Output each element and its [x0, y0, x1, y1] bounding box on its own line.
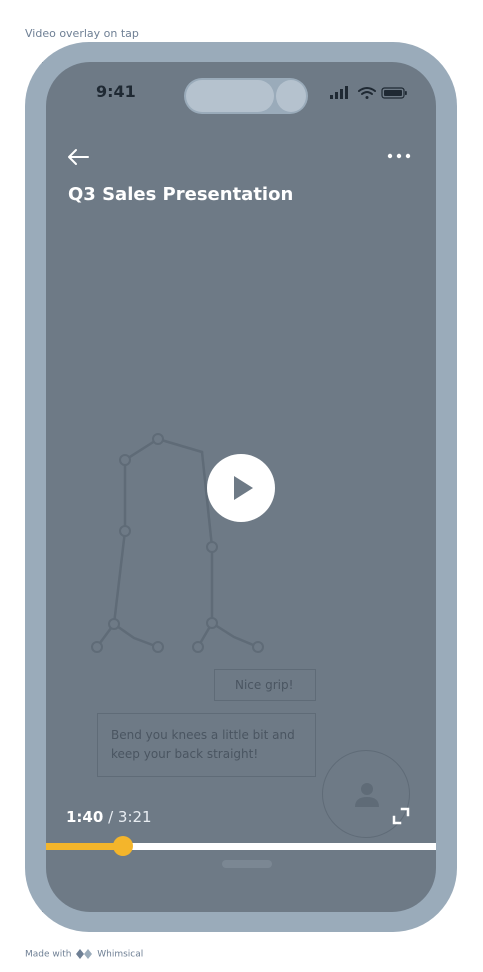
progress-fill — [46, 843, 123, 850]
caption: Video overlay on tap — [25, 27, 139, 40]
play-button[interactable] — [207, 454, 275, 522]
phone-screen[interactable]: 9:41 Q3 Sales Presentation Nice grip! Be… — [46, 62, 436, 912]
home-indicator — [222, 860, 272, 868]
footer-prefix: Made with — [25, 949, 72, 960]
battery-icon — [381, 87, 407, 99]
back-arrow-icon[interactable] — [66, 148, 90, 166]
comment-bubble[interactable]: Bend you knees a little bit and keep you… — [97, 713, 316, 777]
more-dots-icon[interactable] — [386, 152, 412, 160]
time-display: 1:40 / 3:21 — [66, 808, 152, 826]
footer: Made with Whimsical — [25, 948, 143, 960]
whimsical-logo-icon — [76, 949, 93, 959]
current-time: 1:40 — [66, 808, 104, 826]
wifi-icon — [358, 87, 376, 99]
status-icons — [330, 86, 407, 99]
progress-thumb[interactable] — [112, 836, 133, 856]
time-separator: / — [103, 808, 118, 826]
play-icon — [234, 476, 253, 500]
total-time: 3:21 — [117, 808, 152, 826]
comment-bubble[interactable]: Nice grip! — [214, 669, 316, 701]
status-time: 9:41 — [96, 82, 136, 101]
signal-icon — [330, 86, 348, 99]
user-icon — [355, 783, 379, 807]
video-title: Q3 Sales Presentation — [68, 184, 294, 205]
footer-brand: Whimsical — [97, 949, 144, 960]
expand-icon[interactable] — [392, 807, 410, 825]
dynamic-island — [184, 78, 308, 114]
